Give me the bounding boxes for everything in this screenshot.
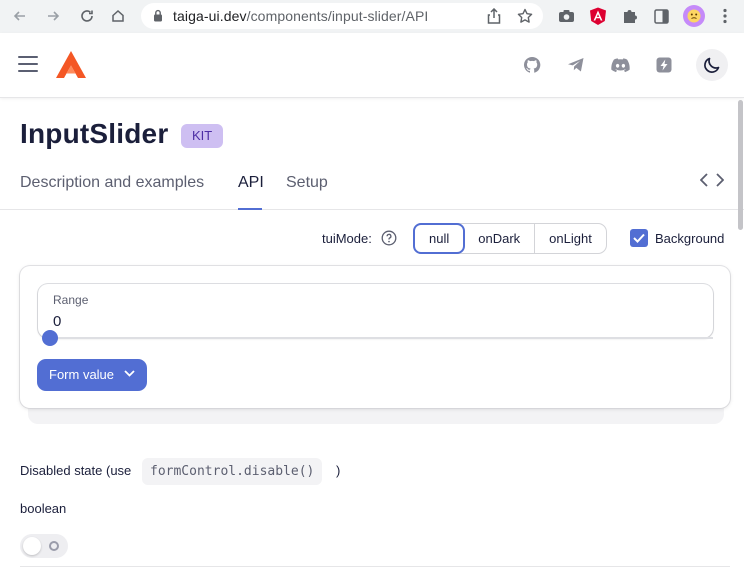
input-slider-field[interactable]: Range 0: [38, 284, 713, 339]
extensions-button[interactable]: [620, 6, 640, 26]
side-panel-button[interactable]: [651, 6, 671, 26]
github-icon: [523, 56, 541, 73]
angular-icon: [590, 7, 606, 25]
background-label: Background: [655, 231, 725, 246]
mode-null-button[interactable]: null: [413, 223, 466, 254]
disabled-toggle[interactable]: [20, 534, 68, 558]
active-tab-indicator: [238, 208, 262, 210]
home-icon: [112, 9, 124, 22]
tab-api[interactable]: API: [238, 174, 264, 192]
page-title: InputSlider: [20, 118, 169, 149]
tab-setup[interactable]: Setup: [286, 174, 328, 192]
camera-icon: [558, 10, 574, 22]
share-button[interactable]: [485, 7, 503, 25]
share-icon: [487, 8, 501, 24]
chevron-down-icon: [124, 370, 135, 377]
form-value-label: Form value: [49, 367, 115, 382]
toggle-knob: [23, 537, 41, 555]
browser-menu-button[interactable]: [715, 6, 735, 26]
theme-toggle-button[interactable]: [696, 49, 728, 81]
profile-avatar[interactable]: [682, 4, 706, 28]
discord-link[interactable]: [610, 55, 630, 75]
disable-code-snippet: formControl.disable(): [142, 458, 323, 485]
demo-card: Range 0 Form value: [20, 266, 730, 408]
angular-extension[interactable]: [588, 6, 608, 26]
star-icon: [517, 8, 533, 23]
forward-button[interactable]: [42, 5, 64, 27]
avatar-icon: [683, 5, 705, 27]
kebab-menu-icon: [723, 8, 727, 24]
moon-icon: [704, 57, 720, 73]
mode-ondark-button[interactable]: onDark: [464, 224, 536, 253]
site-header: [0, 33, 744, 98]
camera-extension[interactable]: [556, 6, 576, 26]
bookmark-button[interactable]: [516, 7, 534, 25]
stackblitz-link[interactable]: [654, 55, 674, 75]
arrow-right-icon: [48, 11, 60, 21]
background-checkbox[interactable]: [630, 229, 648, 247]
property-type: boolean: [20, 501, 67, 516]
github-link[interactable]: [522, 55, 542, 75]
page-scrollbar[interactable]: [738, 100, 743, 230]
home-button[interactable]: [107, 5, 129, 27]
url-text: taiga-ui.dev/components/input-slider/API: [173, 8, 428, 24]
arrow-left-icon: [13, 11, 25, 21]
page-tabs: Description and examples API Setup: [0, 166, 744, 210]
telegram-icon: [568, 58, 584, 72]
form-value-button[interactable]: Form value: [37, 359, 147, 391]
lightning-icon: [656, 57, 672, 73]
taiga-logo-icon[interactable]: [56, 51, 86, 78]
check-icon: [633, 233, 645, 243]
slider-track[interactable]: [50, 337, 713, 339]
discord-icon: [610, 57, 630, 72]
side-panel-icon: [653, 8, 669, 24]
disabled-state-description: Disabled state (use: [20, 463, 132, 478]
kit-badge: KIT: [181, 124, 224, 148]
toggle-off-indicator: [49, 541, 59, 551]
tui-mode-segmented: null onDark onLight: [413, 223, 607, 254]
range-label: Range: [53, 293, 89, 307]
range-value[interactable]: 0: [53, 313, 61, 330]
puzzle-icon: [624, 10, 637, 23]
url-path: /components/input-slider/API: [246, 8, 429, 24]
code-icon[interactable]: [700, 172, 724, 188]
tui-mode-label: tuiMode:: [322, 231, 372, 246]
menu-button[interactable]: [18, 56, 38, 72]
address-bar[interactable]: taiga-ui.dev/components/input-slider/API: [141, 3, 543, 29]
back-button[interactable]: [9, 5, 31, 27]
browser-toolbar: taiga-ui.dev/components/input-slider/API: [0, 0, 744, 33]
tab-description[interactable]: Description and examples: [20, 174, 204, 192]
lock-icon: [154, 9, 162, 22]
help-icon[interactable]: [381, 230, 397, 246]
mode-onlight-button[interactable]: onLight: [535, 224, 606, 253]
telegram-link[interactable]: [566, 55, 586, 75]
reload-icon: [81, 10, 93, 22]
description-close-paren: ): [336, 463, 341, 478]
url-host: taiga-ui.dev: [173, 8, 247, 24]
slider-thumb[interactable]: [42, 330, 58, 346]
reload-button[interactable]: [76, 5, 98, 27]
section-divider: [20, 566, 730, 567]
